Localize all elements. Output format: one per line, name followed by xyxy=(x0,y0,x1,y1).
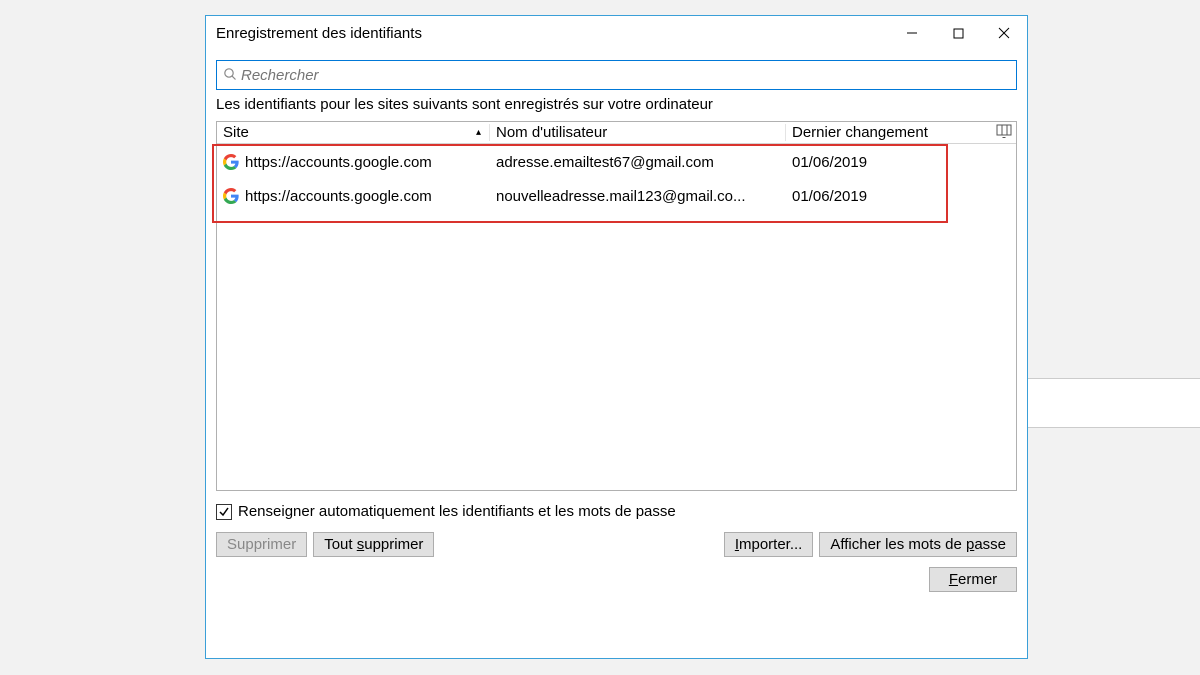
search-field[interactable] xyxy=(216,60,1017,90)
show-passwords-button[interactable]: Afficher les mots de passe xyxy=(819,532,1017,557)
autofill-checkbox-row[interactable]: Renseigner automatiquement les identifia… xyxy=(216,503,1017,520)
table-header: Site ▴ Nom d'utilisateur Dernier changem… xyxy=(217,122,1016,144)
titlebar: Enregistrement des identifiants xyxy=(206,16,1027,50)
date-cell: 01/06/2019 xyxy=(786,188,1016,205)
table-row[interactable]: https://accounts.google.com nouvelleadre… xyxy=(217,178,1016,212)
description-text: Les identifiants pour les sites suivants… xyxy=(216,96,1017,113)
import-button[interactable]: Importer... xyxy=(724,532,814,557)
close-button[interactable] xyxy=(981,17,1027,49)
column-header-site[interactable]: Site ▴ xyxy=(217,124,490,141)
delete-all-button[interactable]: Tout supprimer xyxy=(313,532,434,557)
logins-table: Site ▴ Nom d'utilisateur Dernier changem… xyxy=(216,121,1017,491)
autofill-checkbox-label: Renseigner automatiquement les identifia… xyxy=(238,503,676,520)
window-title: Enregistrement des identifiants xyxy=(216,25,889,42)
column-picker-icon[interactable] xyxy=(996,124,1012,140)
search-input[interactable] xyxy=(241,67,1010,84)
user-cell: nouvelleadresse.mail123@gmail.co... xyxy=(490,188,786,205)
saved-logins-dialog: Enregistrement des identifiants Les iden… xyxy=(205,15,1028,659)
delete-button: Supprimer xyxy=(216,532,307,557)
minimize-button[interactable] xyxy=(889,17,935,49)
date-cell: 01/06/2019 xyxy=(786,154,1016,171)
search-icon xyxy=(223,67,237,85)
user-cell: adresse.emailtest67@gmail.com xyxy=(490,154,786,171)
google-favicon-icon xyxy=(223,154,239,170)
site-cell: https://accounts.google.com xyxy=(245,188,432,205)
autofill-checkbox[interactable] xyxy=(216,504,232,520)
google-favicon-icon xyxy=(223,188,239,204)
site-cell: https://accounts.google.com xyxy=(245,154,432,171)
maximize-button[interactable] xyxy=(935,17,981,49)
table-row[interactable]: https://accounts.google.com adresse.emai… xyxy=(217,144,1016,178)
close-dialog-button[interactable]: Fermer xyxy=(929,567,1017,592)
sort-indicator-icon: ▴ xyxy=(476,127,481,138)
column-header-date[interactable]: Dernier changement xyxy=(786,124,1016,141)
column-header-user[interactable]: Nom d'utilisateur xyxy=(490,124,786,141)
